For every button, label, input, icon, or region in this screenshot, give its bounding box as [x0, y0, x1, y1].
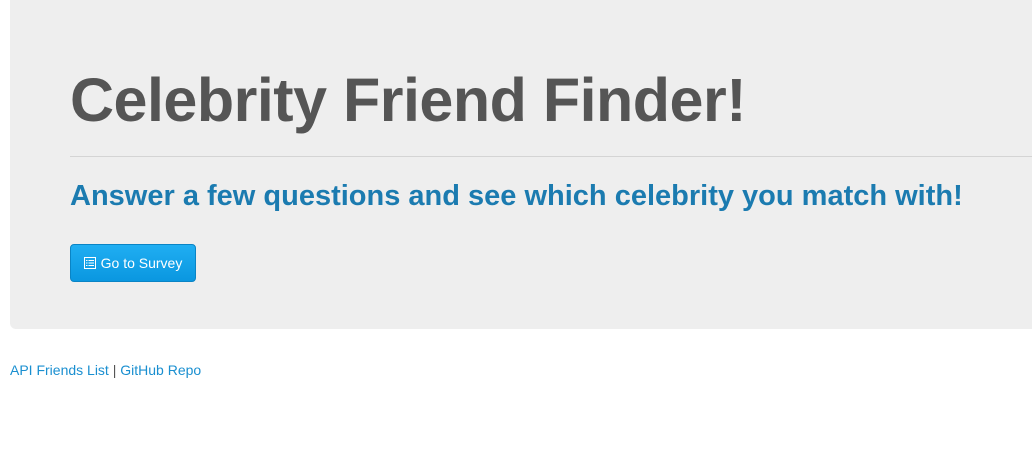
- jumbotron: Celebrity Friend Finder! Answer a few qu…: [10, 0, 1032, 329]
- github-repo-link[interactable]: GitHub Repo: [120, 362, 201, 378]
- api-friends-list-link[interactable]: API Friends List: [10, 362, 109, 378]
- list-alt-icon: [83, 257, 96, 269]
- subtitle: Answer a few questions and see which cel…: [70, 180, 963, 212]
- divider: [70, 156, 1032, 157]
- go-to-survey-label: Go to Survey: [100, 255, 183, 271]
- go-to-survey-button[interactable]: Go to Survey: [70, 244, 196, 282]
- footer-separator: |: [112, 362, 117, 378]
- footer: API Friends List | GitHub Repo: [10, 361, 201, 379]
- page-title: Celebrity Friend Finder!: [70, 66, 747, 134]
